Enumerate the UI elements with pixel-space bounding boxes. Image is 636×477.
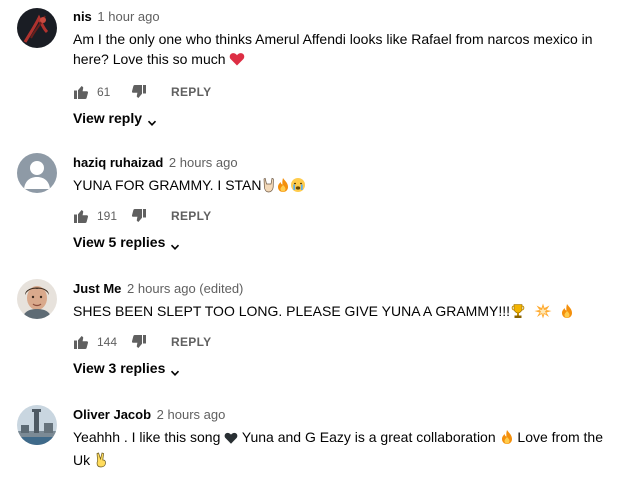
avatar-image xyxy=(17,405,57,445)
comment-timestamp[interactable]: 2 hours ago (edited) xyxy=(127,281,243,296)
chevron-down-icon xyxy=(170,363,180,376)
thumbs-up-icon[interactable] xyxy=(73,334,89,350)
reply-button[interactable]: REPLY xyxy=(171,85,211,99)
comment-text: Am I the only one who thinks Amerul Affe… xyxy=(73,29,622,72)
comment-timestamp[interactable]: 1 hour ago xyxy=(97,9,159,24)
like-count: 144 xyxy=(97,335,118,349)
collision-icon xyxy=(534,303,552,324)
comment-author[interactable]: Just Me xyxy=(73,281,121,296)
victory-hand-icon xyxy=(94,452,108,473)
reply-button[interactable]: REPLY xyxy=(171,335,211,349)
avatar[interactable] xyxy=(17,405,57,445)
default-avatar-icon xyxy=(17,153,57,193)
chevron-down-icon xyxy=(170,237,180,250)
comment-text: SHES BEEN SLEPT TOO LONG. PLEASE GIVE YU… xyxy=(73,301,622,324)
crying-face-icon xyxy=(290,177,306,198)
view-replies-button[interactable]: View reply xyxy=(73,108,157,128)
trophy-icon xyxy=(510,303,526,324)
comment-text: Yeahhh . I like this song Yuna and G Eaz… xyxy=(73,427,622,473)
chevron-down-icon xyxy=(147,113,157,126)
comment-actions: 191 REPLY xyxy=(73,206,211,226)
sign-of-horns-icon xyxy=(262,177,276,198)
fire-icon xyxy=(560,303,574,324)
comment-author[interactable]: nis xyxy=(73,9,92,24)
avatar-image xyxy=(17,279,57,319)
comment-timestamp[interactable]: 2 hours ago xyxy=(169,155,238,170)
avatar[interactable] xyxy=(17,279,57,319)
comment-author[interactable]: haziq ruhaizad xyxy=(73,155,163,170)
fire-icon xyxy=(500,429,514,450)
avatar[interactable] xyxy=(17,8,57,48)
comment-author[interactable]: Oliver Jacob xyxy=(73,407,151,422)
comment-actions: 144 REPLY xyxy=(73,332,211,352)
reply-button[interactable]: REPLY xyxy=(171,209,211,223)
red-heart-icon xyxy=(229,51,245,72)
thumbs-down-icon[interactable] xyxy=(131,334,147,350)
thumbs-up-icon[interactable] xyxy=(73,84,89,100)
thumbs-down-icon[interactable] xyxy=(131,208,147,224)
thumbs-up-icon[interactable] xyxy=(73,208,89,224)
comment-text: YUNA FOR GRAMMY. I STAN xyxy=(73,175,622,198)
like-count: 61 xyxy=(97,85,111,99)
like-count: 191 xyxy=(97,209,118,223)
black-heart-icon xyxy=(224,430,238,450)
comment-actions: 61 REPLY xyxy=(73,82,211,102)
thumbs-down-icon[interactable] xyxy=(131,84,147,100)
avatar-image xyxy=(17,8,57,48)
comment-timestamp[interactable]: 2 hours ago xyxy=(157,407,226,422)
avatar[interactable] xyxy=(17,153,57,193)
view-replies-button[interactable]: View 3 replies xyxy=(73,358,180,378)
fire-icon xyxy=(276,177,290,198)
view-replies-button[interactable]: View 5 replies xyxy=(73,232,180,252)
